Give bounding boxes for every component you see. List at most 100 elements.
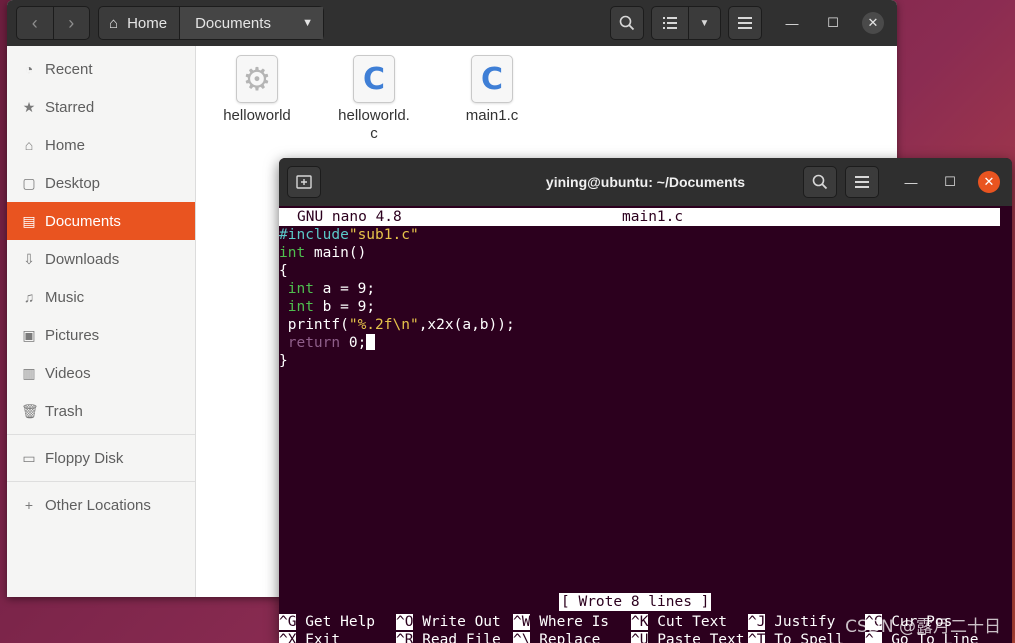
music-icon: ♫ xyxy=(23,289,35,305)
code-token: 0; xyxy=(340,335,367,351)
shortcut-key: ^W xyxy=(513,614,531,630)
sidebar-item-videos[interactable]: ▥ Videos xyxy=(7,354,195,392)
sidebar-item-home[interactable]: ⌂ Home xyxy=(7,126,195,164)
sidebar-item-label: Floppy Disk xyxy=(45,449,124,467)
terminal-header-bar: yining@ubuntu: ~/Documents — ☐ ✕ xyxy=(279,158,1012,206)
shortcut-label: Read File xyxy=(413,632,501,643)
search-icon xyxy=(619,15,635,31)
view-options-button[interactable]: ▼ xyxy=(689,7,720,39)
code-token: b = 9; xyxy=(313,299,376,315)
code-token: } xyxy=(279,353,288,369)
terminal-search-button[interactable] xyxy=(803,166,837,198)
shortcut-replace[interactable]: ^\ Replace xyxy=(513,631,600,643)
nano-editor[interactable]: GNU nano 4.8 main1.c #include"sub1.c" in… xyxy=(279,206,1000,643)
shortcut-justify[interactable]: ^J Justify xyxy=(748,613,835,631)
list-icon xyxy=(663,17,677,29)
download-icon: ⇩ xyxy=(23,250,35,267)
maximize-button[interactable]: ☐ xyxy=(822,12,844,34)
file-main1-c[interactable]: C main1.c xyxy=(447,55,537,125)
star-icon: ★ xyxy=(22,98,36,115)
list-view-button[interactable] xyxy=(652,7,689,39)
home-icon: ⌂ xyxy=(24,137,34,153)
breadcrumb-documents-label: Documents xyxy=(195,14,271,32)
shortcut-key: ^X xyxy=(279,632,297,643)
picture-icon: ▣ xyxy=(22,326,36,343)
sidebar-item-desktop[interactable]: ▢ Desktop xyxy=(7,164,195,202)
video-icon: ▥ xyxy=(22,364,36,381)
code-line-8: } xyxy=(279,352,288,370)
terminal-menu-button[interactable] xyxy=(845,166,879,198)
shortcut-key: ^\ xyxy=(513,632,531,643)
nano-version: GNU nano 4.8 xyxy=(297,209,402,225)
sidebar-item-label: Documents xyxy=(45,212,121,230)
shortcut-label: Write Out xyxy=(413,614,501,630)
sidebar-item-other-locations[interactable]: + Other Locations xyxy=(7,486,195,524)
search-button[interactable] xyxy=(610,6,644,40)
code-token: "sub1.c" xyxy=(348,227,419,243)
sidebar-item-trash[interactable]: 🗑 Trash xyxy=(7,392,195,430)
nano-status-message: [ Wrote 8 lines ] xyxy=(559,593,712,611)
sidebar-item-recent[interactable]: ◔ Recent xyxy=(7,50,195,88)
sidebar-item-label: Videos xyxy=(45,364,91,382)
executable-file-icon: ⚙ xyxy=(236,55,278,103)
sidebar-item-label: Trash xyxy=(45,402,83,420)
file-name: helloworld xyxy=(223,107,291,124)
triangle-down-icon: ▼ xyxy=(302,17,313,29)
file-helloworld[interactable]: ⚙ helloworld xyxy=(212,55,302,125)
shortcut-to-spell[interactable]: ^T To Spell xyxy=(748,631,844,643)
path-bar: ⌂ Home Documents ▼ xyxy=(98,6,324,40)
forward-button[interactable]: › xyxy=(53,7,89,39)
breadcrumb-home[interactable]: ⌂ Home xyxy=(99,7,181,39)
code-token: main() xyxy=(305,245,367,261)
sidebar-item-documents[interactable]: ▤ Documents xyxy=(7,202,195,240)
hamburger-icon xyxy=(738,17,752,29)
home-icon: ⌂ xyxy=(109,14,119,32)
shortcut-paste-text[interactable]: ^U Paste Text xyxy=(631,631,745,643)
files-header-bar: ‹ › ⌂ Home Documents ▼ ▼ — ☐ ✕ xyxy=(7,0,897,46)
code-line-1: #include"sub1.c" xyxy=(279,226,419,244)
terminal-close-button[interactable]: ✕ xyxy=(978,171,1000,193)
sidebar-item-label: Downloads xyxy=(45,250,120,268)
code-line-5: int b = 9; xyxy=(279,298,375,316)
file-helloworld-c[interactable]: C helloworld. c xyxy=(329,55,419,143)
back-button[interactable]: ‹ xyxy=(17,7,53,39)
shortcut-label: Justify xyxy=(765,614,836,630)
breadcrumb-documents[interactable]: Documents ▼ xyxy=(180,7,323,39)
triangle-down-icon: ▼ xyxy=(699,17,710,29)
terminal-scrollbar[interactable] xyxy=(1000,206,1012,643)
chevron-right-icon: › xyxy=(68,12,75,33)
code-token: ,x2x(a,b)); xyxy=(418,317,515,333)
shortcut-key: ^K xyxy=(631,614,649,630)
document-icon: ▤ xyxy=(22,212,36,229)
c-file-icon: C xyxy=(471,55,513,103)
shortcut-read-file[interactable]: ^R Read File xyxy=(396,631,501,643)
sidebar-item-pictures[interactable]: ▣ Pictures xyxy=(7,316,195,354)
close-button[interactable]: ✕ xyxy=(862,12,884,34)
shortcut-write-out[interactable]: ^O Write Out xyxy=(396,613,501,631)
shortcut-label: To Spell xyxy=(765,632,845,643)
sidebar-item-downloads[interactable]: ⇩ Downloads xyxy=(7,240,195,278)
code-token: int xyxy=(287,281,314,297)
minimize-icon: — xyxy=(785,15,799,31)
sidebar-item-music[interactable]: ♫ Music xyxy=(7,278,195,316)
terminal-maximize-button[interactable]: ☐ xyxy=(939,171,961,193)
sidebar-item-label: Desktop xyxy=(45,174,101,192)
maximize-icon: ☐ xyxy=(827,15,839,30)
shortcut-where-is[interactable]: ^W Where Is xyxy=(513,613,609,631)
floppy-icon: ▭ xyxy=(22,449,36,466)
minimize-button[interactable]: — xyxy=(781,12,803,34)
terminal-minimize-button[interactable]: — xyxy=(900,171,922,193)
shortcut-get-help[interactable]: ^G Get Help xyxy=(279,613,375,631)
sidebar-item-starred[interactable]: ★ Starred xyxy=(7,88,195,126)
files-sidebar: ◔ Recent ★ Starred ⌂ Home ▢ Desktop ▤ Documen… xyxy=(7,46,196,597)
trash-icon: 🗑 xyxy=(21,402,39,419)
code-token: a = 9; xyxy=(313,281,376,297)
shortcut-cut-text[interactable]: ^K Cut Text xyxy=(631,613,727,631)
clock-icon: ◔ xyxy=(24,61,34,77)
close-icon: ✕ xyxy=(983,174,995,189)
watermark: CSDN @露月二十日 xyxy=(845,617,1001,637)
sidebar-item-floppy-disk[interactable]: ▭ Floppy Disk xyxy=(7,439,195,477)
shortcut-exit[interactable]: ^X Exit xyxy=(279,631,340,643)
menu-button[interactable] xyxy=(728,6,762,40)
file-name: helloworld. c xyxy=(329,107,419,143)
